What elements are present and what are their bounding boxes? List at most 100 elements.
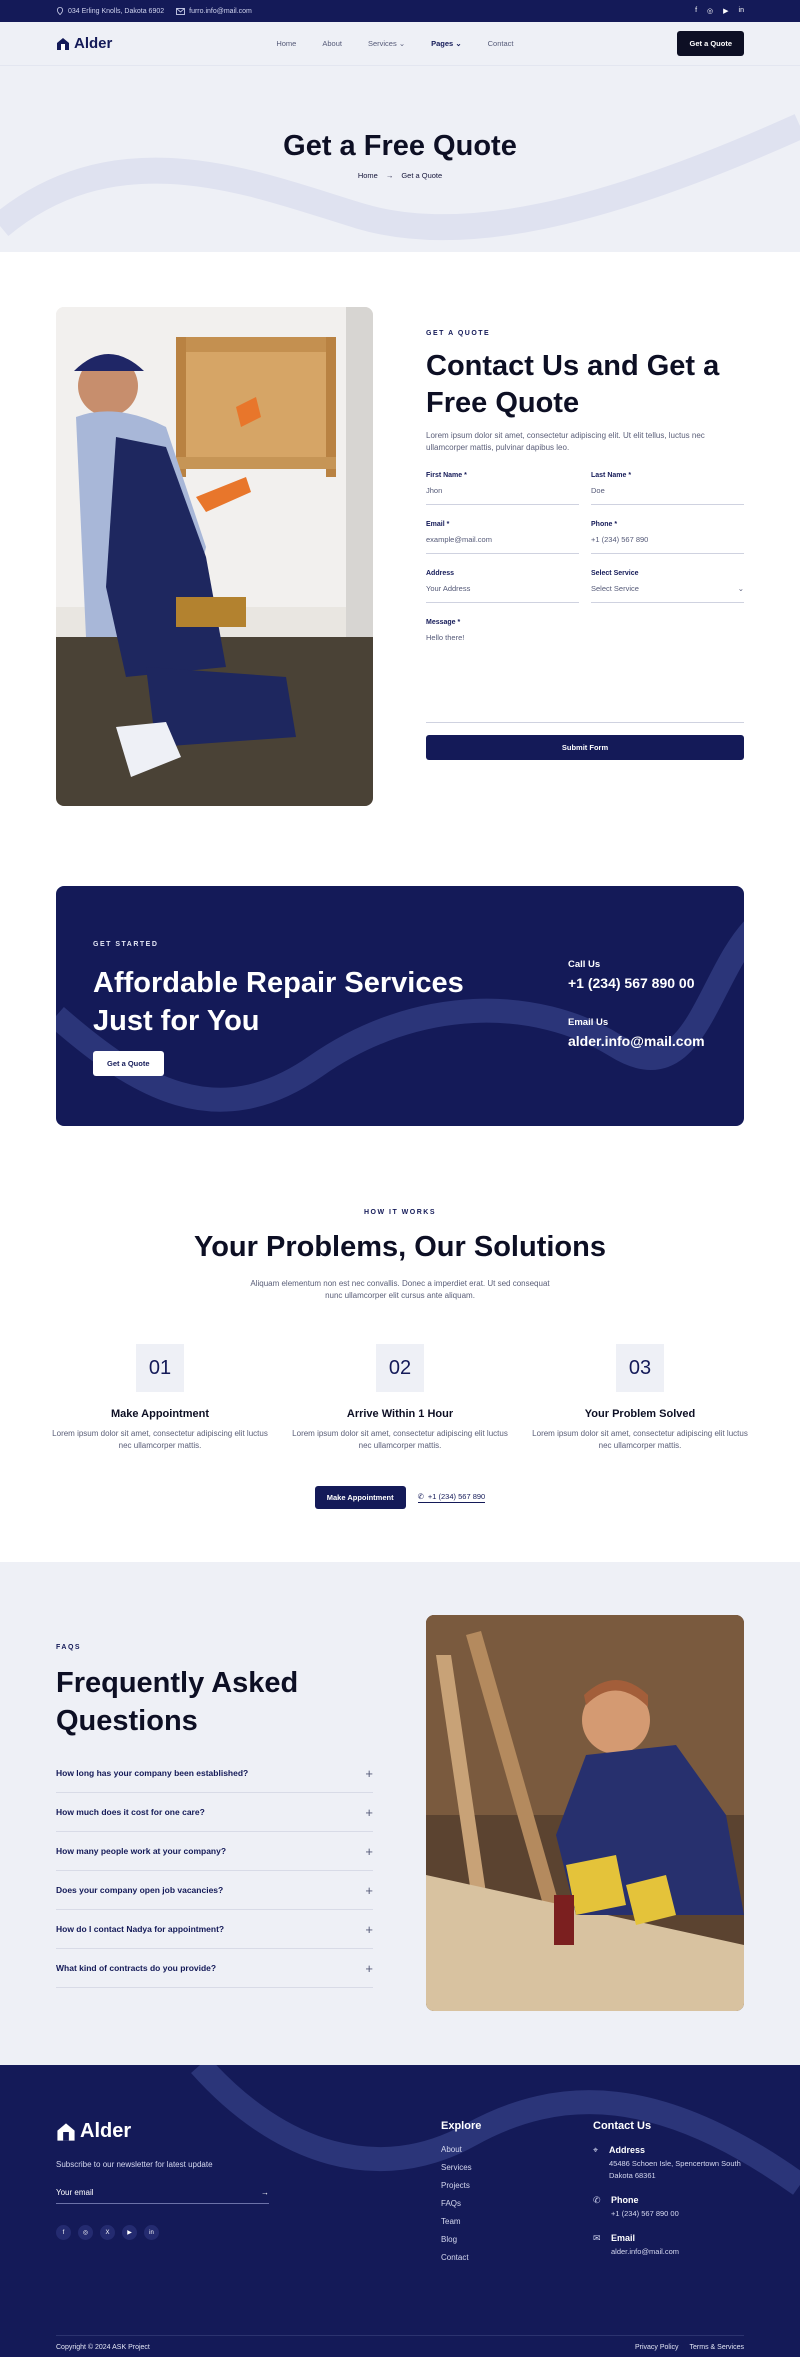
terms-link[interactable]: Terms & Services (690, 2344, 744, 2351)
logo-icon (57, 37, 69, 50)
plus-icon: + (365, 1765, 373, 1781)
facebook-icon[interactable]: f (56, 2225, 71, 2240)
cta-email: Email Us alder.info@mail.com (568, 1017, 705, 1049)
plus-icon: + (365, 1960, 373, 1976)
youtube-icon[interactable]: ▶ (723, 7, 728, 15)
first-name-field: First Name * Jhon (426, 472, 579, 521)
last-name-input[interactable]: Doe (591, 486, 744, 506)
quote-form: GET A QUOTE Contact Us and Get a Free Qu… (426, 330, 744, 761)
nav-pages[interactable]: Pages ⌄ (431, 39, 462, 48)
service-field: Select Service Select Service ⌄ (591, 570, 744, 619)
mail-icon: ✉ (593, 2233, 601, 2243)
cta-title: Affordable Repair Services Just for You (93, 967, 464, 1038)
service-select[interactable]: Select Service ⌄ (591, 584, 744, 604)
email-item[interactable]: furro.info@mail.com (176, 7, 252, 15)
email-us-value[interactable]: alder.info@mail.com (568, 1033, 705, 1049)
call-value[interactable]: +1 (234) 567 890 00 (568, 975, 695, 991)
faq-title: Frequently Asked Questions (56, 1667, 299, 1737)
explore-links: About Services Projects FAQs Team Blog C… (441, 2145, 481, 2271)
footer-logo[interactable]: Alder (56, 2120, 131, 2143)
facebook-icon[interactable]: f (695, 7, 697, 15)
nav-contact[interactable]: Contact (488, 39, 514, 48)
faq-item[interactable]: What kind of contracts do you provide? + (56, 1949, 373, 1988)
handyman-photo (56, 307, 373, 806)
nav-about[interactable]: About (322, 39, 342, 48)
plus-icon: + (365, 1843, 373, 1859)
footer-link-blog[interactable]: Blog (441, 2235, 481, 2253)
plus-icon: + (365, 1882, 373, 1898)
nav-services-label: Services (367, 39, 397, 48)
cta-quote-button[interactable]: Get a Quote (93, 1051, 164, 1076)
main-nav: Alder Home About Services ⌄ Pages ⌄ Cont… (0, 22, 800, 66)
faq-question: How much does it cost for one care? (56, 1807, 205, 1817)
faq-item[interactable]: How long has your company been establish… (56, 1754, 373, 1793)
quote-eyebrow: GET A QUOTE (426, 330, 491, 337)
topbar-email[interactable]: furro.info@mail.com (189, 8, 252, 15)
topbar-social: f ◎ ▶ in (695, 7, 744, 15)
phone-input[interactable]: +1 (234) 567 890 (591, 535, 744, 555)
youtube-icon[interactable]: ▶ (122, 2225, 137, 2240)
faq-question: What kind of contracts do you provide? (56, 1963, 217, 1973)
email-field: Email * example@mail.com (426, 521, 579, 570)
carpenter-photo (426, 1615, 744, 2011)
linkedin-icon[interactable]: in (144, 2225, 159, 2240)
x-icon[interactable]: X (100, 2225, 115, 2240)
email-us-label: Email Us (568, 1017, 609, 1028)
footer-link-contact[interactable]: Contact (441, 2253, 481, 2271)
faq-question: How do I contact Nadya for appointment? (56, 1924, 225, 1934)
site-footer: Alder Subscribe to our newsletter for la… (0, 2065, 800, 2357)
newsletter-text: Subscribe to our newsletter for latest u… (56, 2160, 213, 2169)
explore-title: Explore (441, 2120, 482, 2132)
nav-home[interactable]: Home (276, 39, 296, 48)
footer-link-team[interactable]: Team (441, 2217, 481, 2235)
faq-item[interactable]: How much does it cost for one care? + (56, 1793, 373, 1832)
email-value[interactable]: alder.info@mail.com (611, 2246, 679, 2258)
logo-icon (57, 2122, 75, 2141)
brand-name: Alder (74, 35, 113, 52)
faq-item[interactable]: How many people work at your company? + (56, 1832, 373, 1871)
footer-link-projects[interactable]: Projects (441, 2181, 481, 2199)
faq-question: How long has your company been establish… (56, 1768, 249, 1778)
top-bar: 034 Erling Knolls, Dakota 6902 furro.inf… (0, 0, 800, 22)
phone-link-text: +1 (234) 567 890 (427, 1492, 486, 1501)
address-input[interactable]: Your Address (426, 584, 579, 604)
make-appointment-button[interactable]: Make Appointment (314, 1486, 406, 1509)
faq-question: Does your company open job vacancies? (56, 1885, 224, 1895)
faq-question: How many people work at your company? (56, 1846, 227, 1856)
step-title: Arrive Within 1 Hour (346, 1408, 454, 1420)
first-name-input[interactable]: Jhon (426, 486, 579, 506)
last-name-label: Last Name * (591, 472, 632, 480)
step-title: Your Problem Solved (584, 1408, 696, 1420)
get-quote-button[interactable]: Get a Quote (677, 31, 744, 56)
instagram-icon[interactable]: ◎ (78, 2225, 93, 2240)
carpenter-illustration (426, 1615, 744, 2011)
footer-link-about[interactable]: About (441, 2145, 481, 2163)
step-number: 03 (616, 1344, 664, 1392)
nav-services[interactable]: Services ⌄ (368, 39, 405, 48)
cta-eyebrow: GET STARTED (93, 941, 159, 948)
newsletter-input[interactable]: Your email → (56, 2188, 269, 2204)
arrow-right-icon[interactable]: → (261, 2188, 269, 2197)
email-input[interactable]: example@mail.com (426, 535, 579, 555)
phone-link[interactable]: ✆ +1 (234) 567 890 (417, 1492, 486, 1503)
instagram-icon[interactable]: ◎ (707, 7, 713, 15)
privacy-link[interactable]: Privacy Policy (635, 2344, 679, 2351)
phone-value[interactable]: +1 (234) 567 890 00 (611, 2208, 679, 2220)
form-fields: First Name * Jhon Last Name * Doe Email … (426, 472, 744, 619)
breadcrumb-home[interactable]: Home (358, 171, 378, 180)
faq-item[interactable]: How do I contact Nadya for appointment? + (56, 1910, 373, 1949)
nav-links: Home About Services ⌄ Pages ⌄ Contact (276, 39, 513, 48)
faq-item[interactable]: Does your company open job vacancies? + (56, 1871, 373, 1910)
footer-link-faqs[interactable]: FAQs (441, 2199, 481, 2217)
footer-email: ✉ Email alder.info@mail.com (593, 2233, 753, 2258)
last-name-field: Last Name * Doe (591, 472, 744, 521)
message-textarea[interactable]: Hello there! (426, 633, 744, 724)
step-text: Lorem ipsum dolor sit amet, consectetur … (532, 1429, 748, 1450)
map-pin-icon (56, 7, 64, 15)
service-label: Select Service (591, 570, 639, 578)
brand-logo[interactable]: Alder (56, 35, 112, 52)
linkedin-icon[interactable]: in (739, 7, 744, 15)
footer-link-services[interactable]: Services (441, 2163, 481, 2181)
submit-button[interactable]: Submit Form (426, 735, 744, 761)
arrow-right-icon: → (385, 171, 394, 180)
